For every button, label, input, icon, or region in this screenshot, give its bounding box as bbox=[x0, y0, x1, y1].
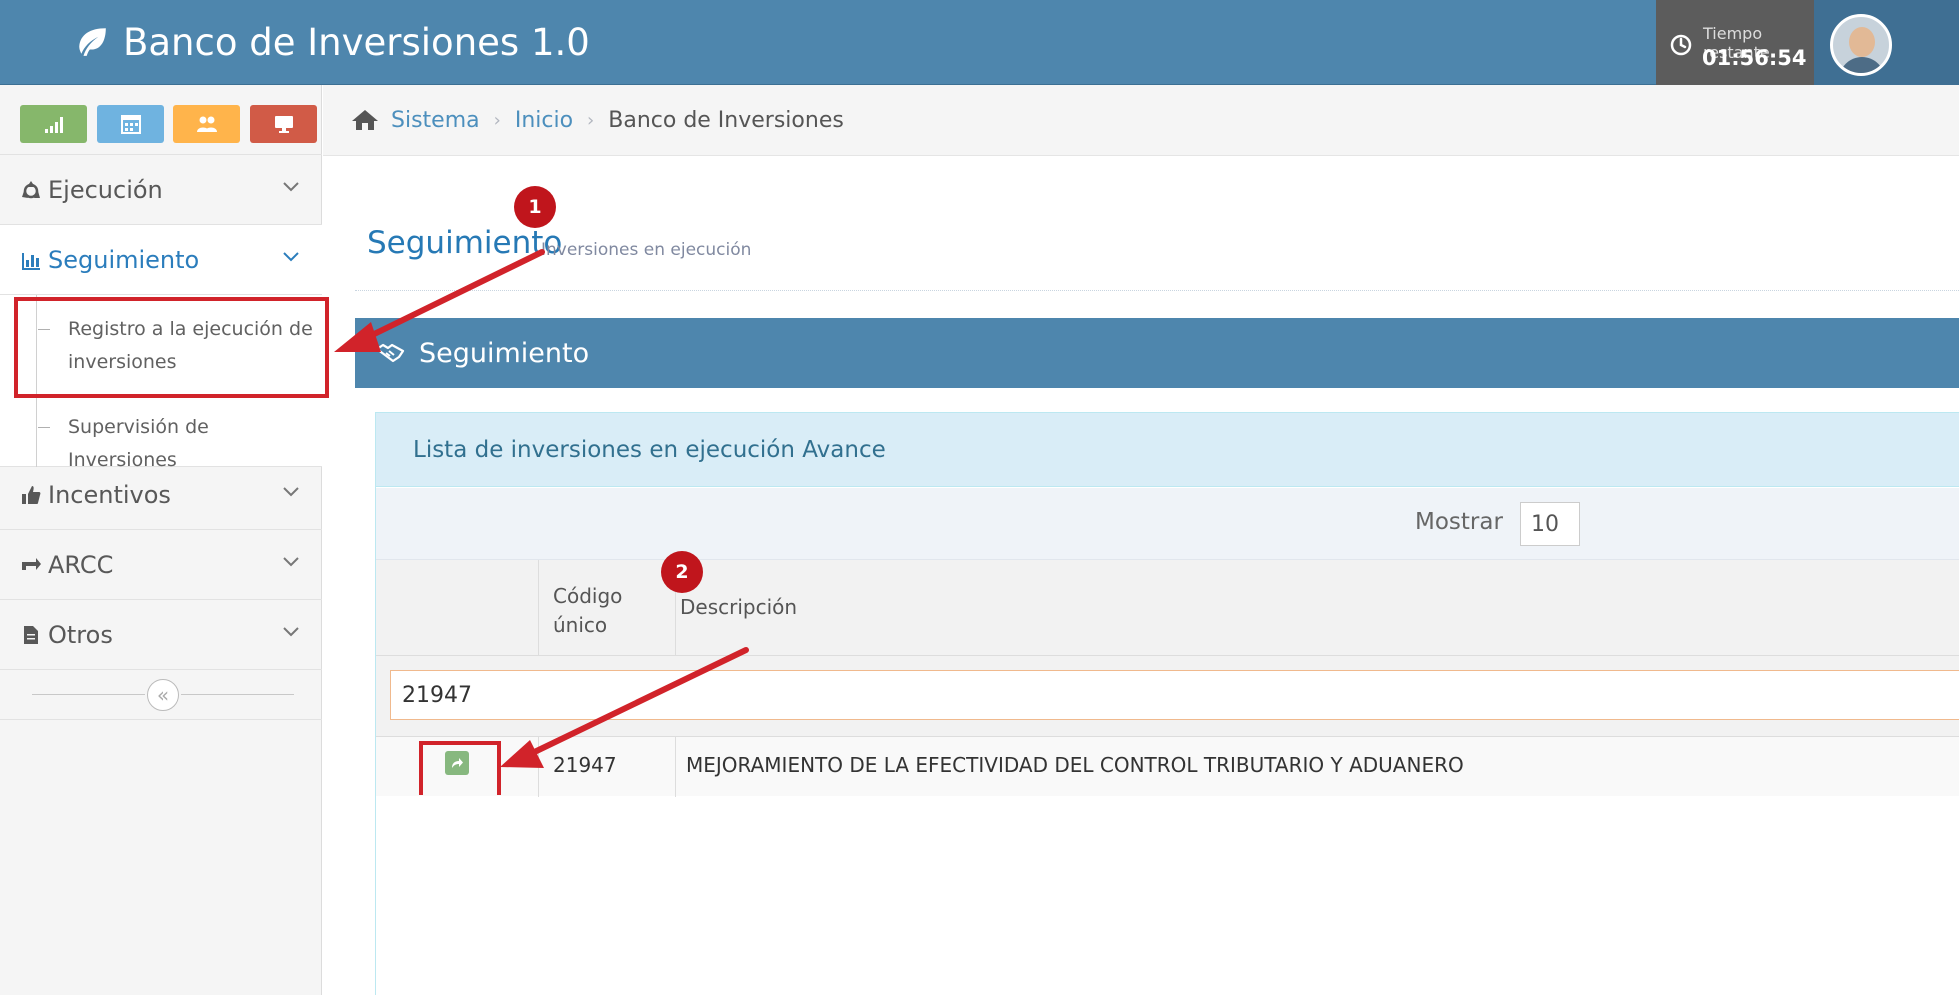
shortcut-bar bbox=[0, 85, 322, 155]
annotation-badge-2: 2 bbox=[661, 551, 703, 593]
sidebar-item-label: Otros bbox=[48, 620, 113, 649]
investments-panel: Lista de inversiones en ejecución Avance… bbox=[375, 412, 1959, 995]
sidebar-item-otros[interactable]: Otros bbox=[0, 600, 322, 670]
avatar[interactable] bbox=[1830, 14, 1892, 76]
highlight-box-select-button bbox=[419, 741, 501, 795]
recycle-icon bbox=[22, 180, 40, 198]
timer-value: 01:56:54 bbox=[1702, 46, 1807, 70]
column-header-descripcion-label: Descripción bbox=[680, 595, 798, 619]
column-header-codigo[interactable]: Código único bbox=[539, 560, 676, 656]
column-header-descripcion[interactable]: Descripción bbox=[676, 560, 1959, 656]
chevron-down-icon bbox=[283, 252, 299, 262]
shortcut-stats-button[interactable] bbox=[20, 105, 87, 143]
breadcrumb-current: Banco de Inversiones bbox=[608, 107, 844, 133]
file-icon bbox=[24, 625, 38, 644]
table-toolbar: Mostrar 10 bbox=[376, 488, 1959, 560]
breadcrumb: Sistema › Inicio › Banco de Inversiones bbox=[323, 85, 1959, 156]
home-icon bbox=[352, 110, 378, 130]
column-header-actions bbox=[376, 560, 539, 656]
bar-chart-icon bbox=[22, 252, 40, 270]
panel-title: Lista de inversiones en ejecución Avance bbox=[413, 436, 886, 463]
code-filter-input[interactable] bbox=[390, 670, 1959, 720]
widget-header: Seguimiento bbox=[355, 318, 1959, 388]
users-icon bbox=[196, 116, 217, 132]
avatar-face bbox=[1849, 27, 1875, 57]
page-subtitle: Inversiones en ejecución bbox=[541, 240, 752, 260]
divider bbox=[32, 694, 145, 695]
divider bbox=[181, 694, 294, 695]
top-navbar: Banco de Inversiones 1.0 Tiempo restante… bbox=[0, 0, 1959, 85]
sidebar-item-label: ARCC bbox=[48, 550, 114, 579]
leaf-icon bbox=[79, 28, 106, 56]
user-menu[interactable] bbox=[1814, 0, 1959, 85]
shortcut-desktop-button[interactable] bbox=[250, 105, 317, 143]
page-size-value: 10 bbox=[1531, 511, 1559, 537]
calendar-icon bbox=[120, 115, 141, 134]
chevron-down-icon bbox=[283, 182, 299, 192]
highlight-box-registro bbox=[14, 297, 329, 398]
sidebar-item-label: Incentivos bbox=[48, 480, 171, 509]
page-size-select[interactable]: 10 bbox=[1520, 502, 1580, 546]
annotation-badge-1: 1 bbox=[514, 186, 556, 228]
clock-icon bbox=[1670, 34, 1692, 56]
shortcut-calendar-button[interactable] bbox=[97, 105, 164, 143]
app-brand[interactable]: Banco de Inversiones 1.0 bbox=[75, 20, 590, 64]
submenu-dash bbox=[38, 427, 50, 428]
handshake-icon bbox=[375, 343, 405, 363]
sidebar: Ejecución Seguimiento Registro a la ejec… bbox=[0, 85, 322, 995]
chevron-down-icon bbox=[283, 627, 299, 637]
page-header-divider bbox=[355, 290, 1959, 291]
sidebar-collapse-row: « bbox=[0, 670, 322, 720]
breadcrumb-link-inicio[interactable]: Inicio bbox=[515, 108, 573, 133]
breadcrumb-separator: › bbox=[493, 109, 501, 131]
breadcrumb-link-sistema[interactable]: Sistema bbox=[391, 108, 480, 133]
chevron-down-icon bbox=[283, 487, 299, 497]
desktop-icon bbox=[274, 116, 293, 133]
page-size-label: Mostrar bbox=[1415, 509, 1503, 535]
page-title: Seguimiento bbox=[367, 225, 563, 261]
sidebar-item-label: Seguimiento bbox=[48, 245, 200, 274]
sidebar-item-arcc[interactable]: ARCC bbox=[0, 530, 322, 600]
breadcrumb-separator: › bbox=[587, 109, 595, 131]
thumbs-up-icon bbox=[22, 485, 41, 504]
sidebar-item-seguimiento[interactable]: Seguimiento bbox=[0, 225, 322, 295]
row-description-cell: MEJORAMIENTO DE LA EFECTIVIDAD DEL CONTR… bbox=[686, 753, 1464, 777]
sidebar-item-ejecucion[interactable]: Ejecución bbox=[0, 155, 322, 225]
chevron-down-icon bbox=[283, 557, 299, 567]
widget-title: Seguimiento bbox=[419, 337, 590, 369]
filter-row bbox=[376, 656, 1959, 736]
sidebar-collapse-button[interactable]: « bbox=[147, 679, 179, 711]
column-header-codigo-line1: Código bbox=[553, 584, 623, 608]
session-timer: Tiempo restante 01:56:54 bbox=[1656, 0, 1814, 85]
signal-icon bbox=[44, 117, 63, 133]
table-header: Código único Descripción bbox=[376, 560, 1959, 656]
sidebar-item-incentivos[interactable]: Incentivos bbox=[0, 460, 322, 530]
column-header-codigo-line2: único bbox=[553, 613, 608, 637]
exchange-icon bbox=[22, 557, 41, 570]
row-code-cell: 21947 bbox=[539, 737, 676, 797]
panel-header: Lista de inversiones en ejecución Avance bbox=[376, 413, 1959, 487]
table-row: 21947 MEJORAMIENTO DE LA EFECTIVIDAD DEL… bbox=[376, 736, 1959, 797]
avatar-body bbox=[1839, 57, 1885, 73]
sidebar-item-label: Ejecución bbox=[48, 175, 163, 204]
app-title: Banco de Inversiones 1.0 bbox=[123, 20, 590, 64]
shortcut-users-button[interactable] bbox=[173, 105, 240, 143]
